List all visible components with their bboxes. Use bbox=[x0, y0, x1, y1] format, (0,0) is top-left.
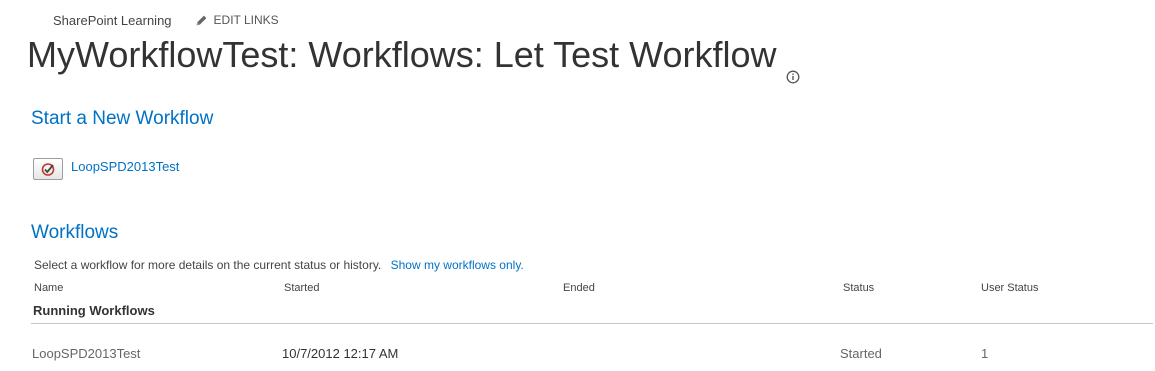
group-divider bbox=[31, 323, 1153, 324]
edit-links-label: EDIT LINKS bbox=[213, 13, 279, 27]
workflows-description: Select a workflow for more details on th… bbox=[34, 258, 524, 272]
site-title-link[interactable]: SharePoint Learning bbox=[53, 13, 172, 28]
start-workflow-button[interactable] bbox=[33, 158, 63, 180]
top-nav: SharePoint Learning EDIT LINKS bbox=[53, 11, 279, 29]
pencil-icon bbox=[196, 15, 206, 25]
column-header-ended[interactable]: Ended bbox=[563, 282, 595, 294]
column-header-started[interactable]: Started bbox=[284, 282, 319, 294]
workflows-heading: Workflows bbox=[31, 222, 119, 243]
description-text: Select a workflow for more details on th… bbox=[34, 258, 382, 272]
column-header-user-status[interactable]: User Status bbox=[981, 282, 1038, 294]
page-title: MyWorkflowTest: Workflows: Let Test Work… bbox=[27, 34, 800, 84]
row-started: 10/7/2012 12:17 AM bbox=[282, 346, 399, 361]
column-header-status[interactable]: Status bbox=[843, 282, 874, 294]
group-running-workflows: Running Workflows bbox=[33, 303, 155, 318]
start-workflow-link[interactable]: LoopSPD2013Test bbox=[71, 159, 179, 174]
show-my-workflows-link[interactable]: Show my workflows only. bbox=[391, 258, 524, 272]
column-header-name[interactable]: Name bbox=[34, 282, 63, 294]
start-workflow-item: LoopSPD2013Test bbox=[33, 158, 179, 180]
row-name-link[interactable]: LoopSPD2013Test bbox=[32, 346, 140, 361]
info-icon[interactable] bbox=[786, 51, 800, 84]
row-user-status: 1 bbox=[981, 346, 989, 361]
workflow-check-icon bbox=[41, 163, 55, 176]
edit-links-button[interactable]: EDIT LINKS bbox=[195, 13, 279, 27]
start-workflow-heading: Start a New Workflow bbox=[31, 108, 214, 129]
row-status: Started bbox=[840, 346, 882, 361]
page-title-text: MyWorkflowTest: Workflows: Let Test Work… bbox=[27, 34, 777, 75]
